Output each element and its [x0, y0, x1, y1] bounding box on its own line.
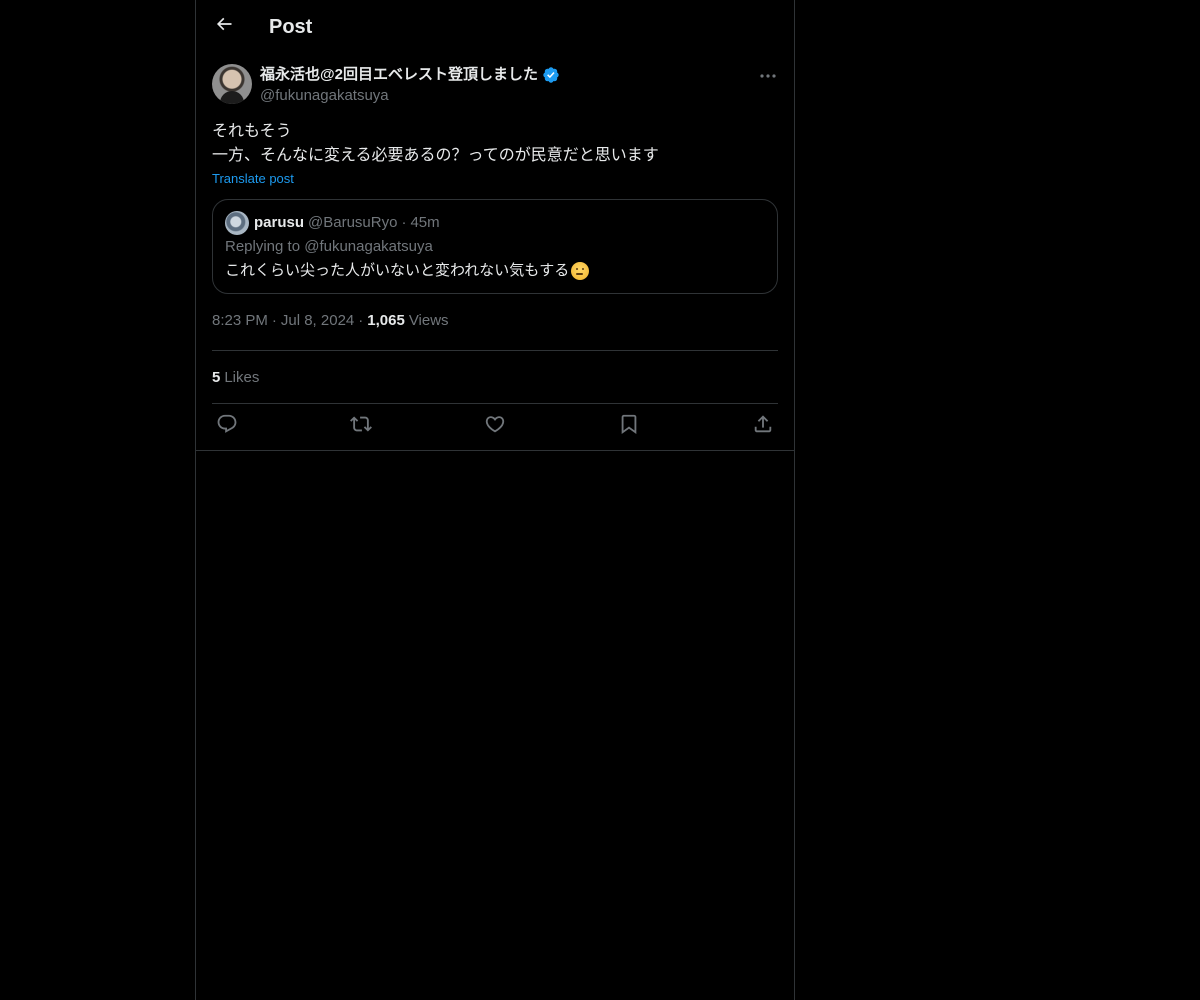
translate-post-link[interactable]: Translate post [212, 170, 294, 188]
likes-row[interactable]: 5 Likes [212, 351, 778, 403]
back-arrow-icon [214, 14, 234, 39]
post-time[interactable]: 8:23 PM [212, 311, 268, 331]
main-column: Post 福永活也@2回目エベレスト登頂しました @fukunagakatsuy… [195, 0, 795, 1000]
quoted-replying-to: Replying to @fukunagakatsuya [225, 238, 433, 255]
author-name-line[interactable]: 福永活也@2回目エベレスト登頂しました [260, 65, 560, 85]
like-button[interactable] [484, 416, 506, 438]
top-bar: Post [196, 0, 794, 53]
share-icon [752, 413, 774, 440]
post-date[interactable]: Jul 8, 2024 [281, 311, 354, 331]
repost-button[interactable] [350, 416, 372, 438]
post-text: それもそう 一方、そんなに変える必要あるの？ってのが民意だと思います [212, 120, 778, 168]
likes-count: 5 [212, 368, 221, 386]
post-header: 福永活也@2回目エベレスト登頂しました @fukunagakatsuya [212, 64, 778, 106]
quoted-text-row: これくらい尖った人がいないと変われない気もする [225, 261, 765, 281]
reply-button[interactable] [216, 413, 238, 440]
post-text-line: 一方、そんなに変える必要あるの？ってのが民意だと思います [212, 147, 659, 164]
bookmark-icon [618, 413, 640, 440]
action-bar-wrap [196, 403, 794, 450]
quoted-avatar [225, 211, 249, 235]
repost-icon [350, 413, 372, 440]
post-text-line: それもそう [212, 123, 292, 140]
engagement-section: 5 Likes [212, 350, 778, 404]
more-button[interactable] [758, 64, 778, 84]
separator-dot: · [271, 312, 277, 329]
author-handle[interactable]: @fukunagakatsuya [260, 86, 389, 106]
thinking-face-emoji [571, 262, 590, 280]
divider [196, 450, 794, 451]
more-dots-icon [760, 65, 776, 83]
views-count: 1,065 [367, 312, 405, 329]
reply-icon [216, 413, 238, 440]
separator-dot: · [401, 214, 407, 231]
quoted-author-name: parusu [254, 214, 305, 231]
like-icon [484, 413, 506, 440]
quoted-text: これくらい尖った人がいないと変われない気もする [225, 262, 570, 279]
share-button[interactable] [752, 413, 774, 440]
author-name[interactable]: 福永活也@2回目エベレスト登頂しました [260, 65, 538, 85]
bookmark-button[interactable] [618, 413, 640, 440]
likes-label: Likes [224, 368, 260, 386]
post: 福永活也@2回目エベレスト登頂しました @fukunagakatsuya それも… [212, 64, 778, 332]
post-meta: 8:23 PM · Jul 8, 2024 · 1,065 Views [212, 310, 778, 332]
author-avatar[interactable] [212, 64, 252, 104]
quoted-post[interactable]: parusu @BarusuRyo · 45m Replying to @fuk… [212, 199, 778, 294]
views-label: Views [408, 312, 449, 329]
action-bar [212, 403, 778, 450]
verified-badge-icon [542, 66, 560, 84]
separator-dot: · [358, 312, 364, 329]
quoted-author-handle: @BarusuRyo [308, 214, 398, 231]
page-title: Post [269, 16, 313, 38]
quoted-post-header: parusu @BarusuRyo · 45m [225, 211, 765, 235]
quoted-time: 45m [410, 214, 440, 231]
back-button[interactable] [208, 10, 240, 42]
